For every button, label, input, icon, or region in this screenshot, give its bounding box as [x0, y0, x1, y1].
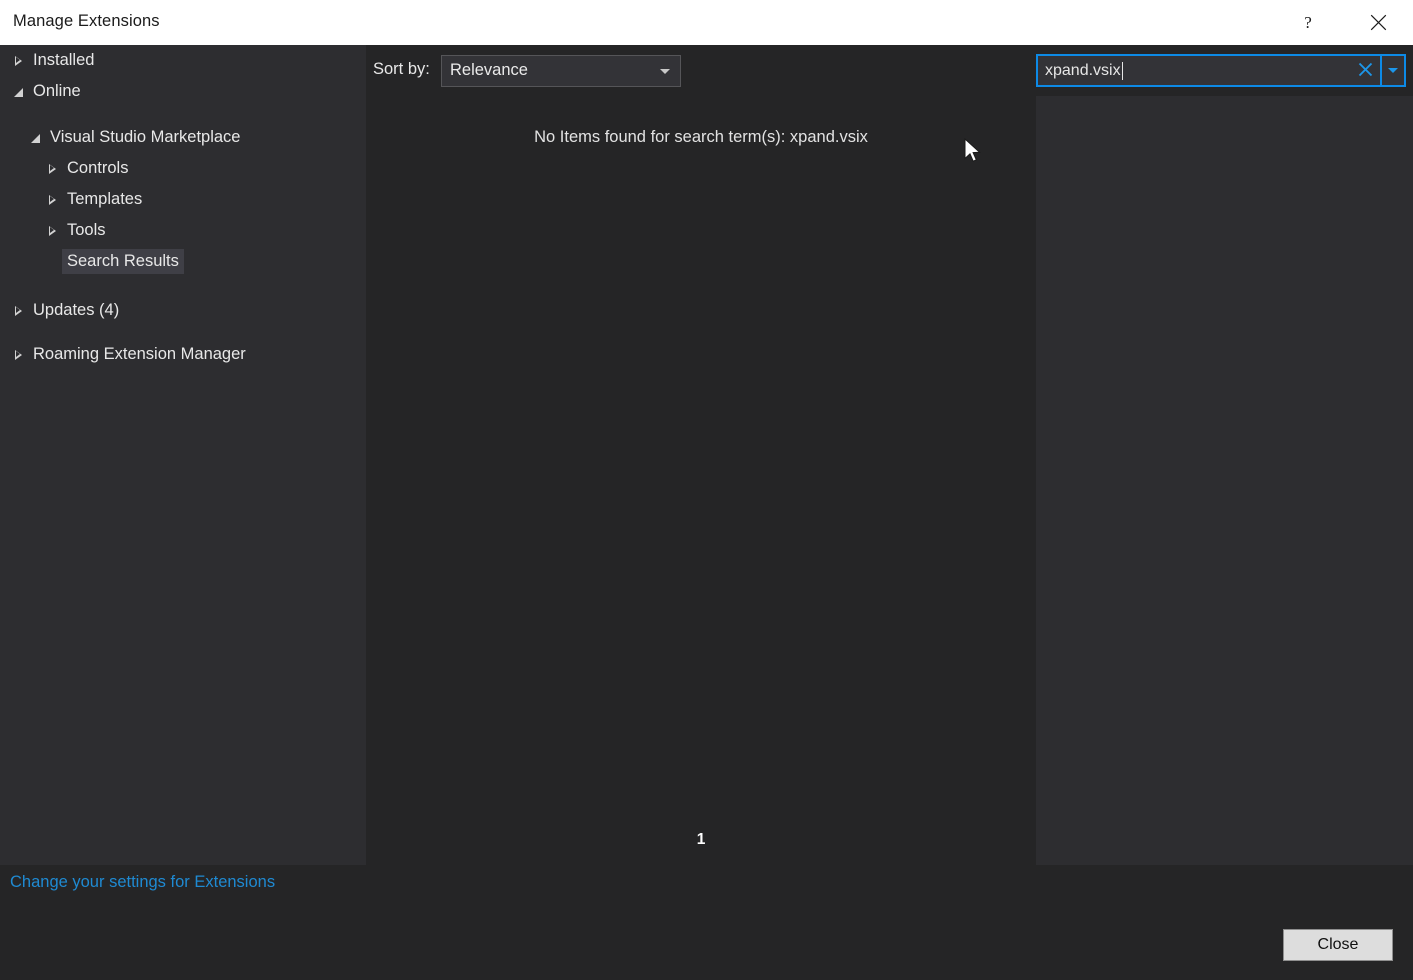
no-results-message: No Items found for search term(s): xpand…: [534, 128, 868, 146]
question-mark-icon: ?: [1304, 12, 1312, 32]
clear-search-button[interactable]: [1350, 56, 1380, 85]
clear-x-icon: [1358, 62, 1373, 80]
extensions-category-tree[interactable]: Installed Online Visual Studio Marketplace…: [0, 45, 366, 865]
sidebar-item-label: Search Results: [62, 248, 184, 275]
page-number[interactable]: 1: [366, 831, 1036, 849]
sidebar-item-label: Visual Studio Marketplace: [50, 127, 241, 146]
close-button[interactable]: Close: [1283, 929, 1393, 961]
sidebar-item-label: Updates (4): [33, 300, 120, 319]
sidebar-item-online[interactable]: Online: [0, 76, 366, 107]
chevron-right-icon[interactable]: [42, 225, 62, 236]
chevron-down-icon[interactable]: [25, 133, 45, 143]
sidebar-item-label: Roaming Extension Manager: [33, 344, 246, 363]
sort-by-dropdown[interactable]: Relevance: [441, 55, 681, 87]
sidebar-item-tools[interactable]: Tools: [0, 215, 366, 246]
sort-by-label: Sort by:: [373, 60, 430, 78]
sidebar-item-updates-4[interactable]: Updates (4): [0, 295, 366, 326]
extension-detail-panel: [1036, 96, 1413, 865]
sidebar-item-label: Tools: [67, 220, 106, 239]
extensions-settings-link[interactable]: Change your settings for Extensions: [10, 873, 275, 892]
chevron-down-icon: [1388, 68, 1398, 73]
chevron-right-glyph: [14, 55, 22, 66]
chevron-down-icon: [660, 69, 670, 74]
chevron-right-glyph: [14, 305, 22, 316]
search-input[interactable]: xpand.vsix: [1038, 56, 1350, 85]
search-dropdown-button[interactable]: [1380, 56, 1404, 85]
sidebar-item-label: Installed: [33, 50, 95, 69]
sidebar-item-controls[interactable]: Controls: [0, 153, 366, 184]
chevron-right-glyph: [48, 225, 56, 236]
sidebar-item-roaming-extension-manager[interactable]: Roaming Extension Manager: [0, 339, 366, 370]
close-window-button[interactable]: [1355, 0, 1401, 45]
chevron-right-icon[interactable]: [8, 55, 28, 66]
sidebar: Installed Online Visual Studio Marketplace…: [0, 45, 366, 865]
chevron-down-icon[interactable]: [8, 87, 28, 97]
help-button[interactable]: ?: [1285, 0, 1331, 45]
chevron-down-glyph: [13, 88, 23, 97]
chevron-right-icon[interactable]: [42, 194, 62, 205]
sidebar-item-label: Online: [33, 81, 81, 100]
sidebar-item-search-results[interactable]: Search Results: [0, 246, 366, 277]
sidebar-item-label: Templates: [67, 189, 143, 208]
sidebar-item-label: Controls: [67, 158, 129, 177]
manage-extensions-dialog: Manage Extensions ? Installed Online Visua…: [0, 0, 1413, 980]
sort-by-value: Relevance: [450, 61, 528, 79]
search-box[interactable]: xpand.vsix: [1036, 54, 1406, 87]
close-x-icon: [1370, 14, 1387, 31]
chevron-down-glyph: [30, 134, 40, 143]
title-bar: Manage Extensions ?: [0, 0, 1413, 45]
chevron-right-icon[interactable]: [42, 163, 62, 174]
chevron-right-glyph: [14, 349, 22, 360]
text-caret: [1121, 61, 1123, 80]
window-title: Manage Extensions: [13, 12, 160, 30]
sidebar-item-visual-studio-marketplace[interactable]: Visual Studio Marketplace: [0, 122, 366, 153]
chevron-right-icon[interactable]: [8, 349, 28, 360]
sidebar-item-installed[interactable]: Installed: [0, 45, 366, 76]
chevron-right-glyph: [48, 163, 56, 174]
search-input-value: xpand.vsix: [1045, 61, 1121, 79]
results-area: No Items found for search term(s): xpand…: [366, 96, 1036, 865]
chevron-right-glyph: [48, 194, 56, 205]
chevron-right-icon[interactable]: [8, 305, 28, 316]
sidebar-item-templates[interactable]: Templates: [0, 184, 366, 215]
